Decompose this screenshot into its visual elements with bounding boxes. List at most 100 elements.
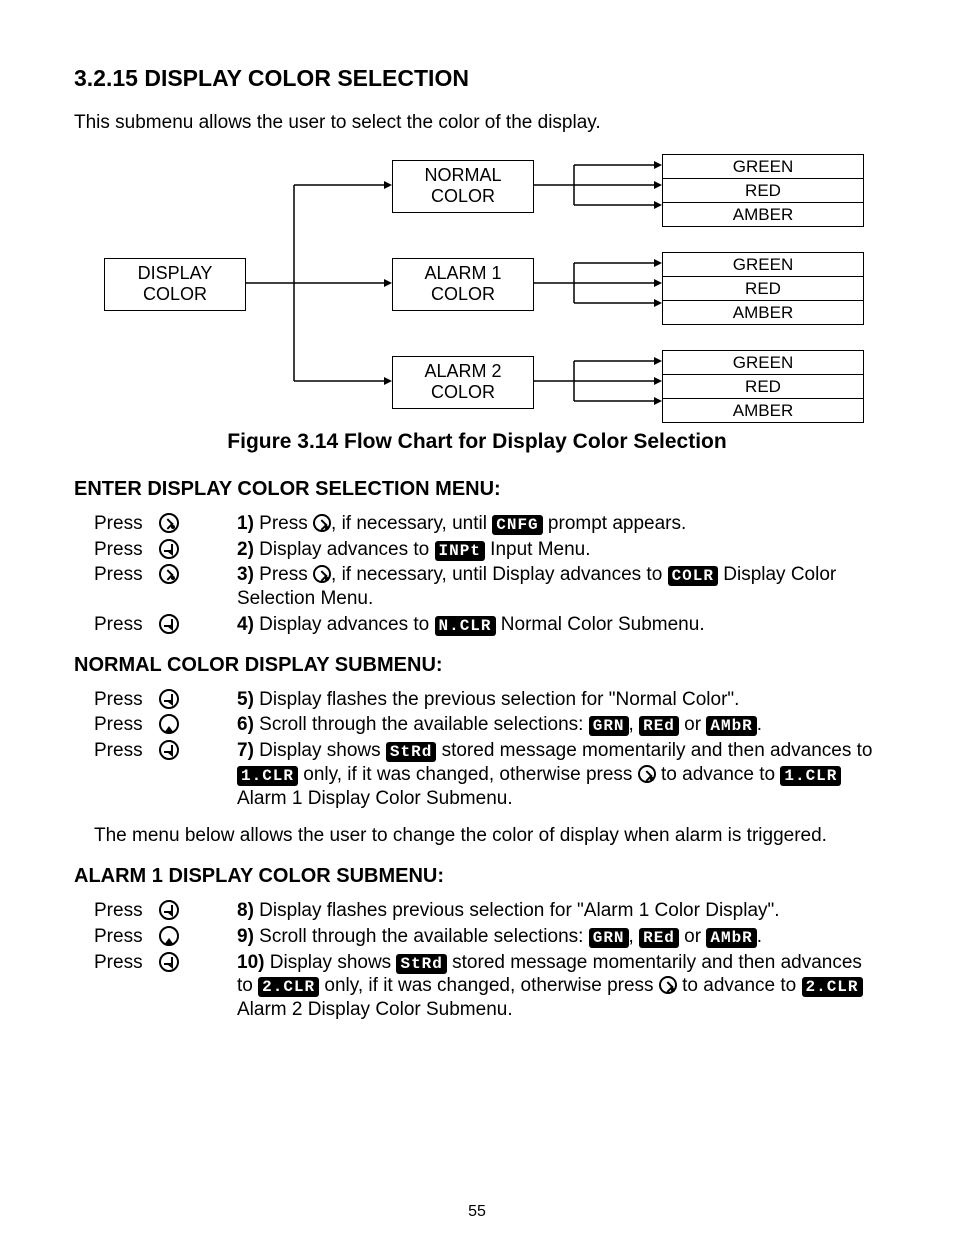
t: , if necessary, until [331,513,492,534]
t: . [757,714,762,735]
t: . [757,926,762,947]
press-label: Press [94,925,159,949]
step-6: Press 6) Scroll through the available se… [94,713,880,737]
press-label: Press [94,688,159,712]
step-10: Press 10) Display shows StRd stored mess… [94,951,880,1022]
opt-amber: AMBER [663,203,863,226]
step-9: Press 9) Scroll through the available se… [94,925,880,949]
press-label: Press [94,713,159,737]
press-label: Press [94,563,159,587]
step-2: Press 2) Display advances to INPt Input … [94,538,880,562]
step-num: 3) [237,564,254,585]
step-num: 1) [237,513,254,534]
step-5-text: 5) Display flashes the previous selectio… [237,688,880,712]
step-num: 7) [237,740,254,761]
t: to advance to [677,975,802,996]
opt-red: RED [663,179,863,203]
step-1-text: 1) Press , if necessary, until CNFG prom… [237,512,880,536]
section-alarm1-header: ALARM 1 DISPLAY COLOR SUBMENU: [74,864,880,889]
badge-ambr: AMbR [706,716,756,736]
step-8-text: 8) Display flashes previous selection fo… [237,899,880,923]
diagram-root-line2: COLOR [143,284,207,304]
t: Press [254,564,313,585]
opt-red: RED [663,277,863,301]
opt-green: GREEN [663,155,863,179]
section-enter-header: ENTER DISPLAY COLOR SELECTION MENU: [74,477,880,502]
t: only, if it was changed, otherwise press [298,764,638,785]
t: Alarm 1 Display Color Submenu. [237,788,513,809]
t: Normal Color Submenu. [496,614,705,635]
page-number: 55 [0,1202,954,1222]
steps-normal: Press 5) Display flashes the previous se… [94,688,880,811]
opt-green: GREEN [663,351,863,375]
badge-2clr: 2.CLR [802,977,863,997]
t: or [679,714,706,735]
enter-icon [159,900,179,920]
press-label: Press [94,613,159,637]
badge-1clr: 1.CLR [780,766,841,786]
t: Display shows [264,952,396,973]
step-2-text: 2) Display advances to INPt Input Menu. [237,538,880,562]
menu-icon [159,564,179,584]
step-num: 8) [237,900,254,921]
press-label: Press [94,899,159,923]
diagram-node1-l2: COLOR [431,284,495,304]
badge-1clr: 1.CLR [237,766,298,786]
badge-red: REd [639,716,679,736]
t: Display flashes the previous selection f… [254,689,740,710]
document-page: 3.2.15 DISPLAY COLOR SELECTION This subm… [0,0,954,1248]
press-label: Press [94,951,159,975]
badge-grn: GRN [589,928,629,948]
badge-red: REd [639,928,679,948]
badge-inpt: INPt [435,541,485,561]
badge-colr: COLR [668,566,718,586]
diagram-node2-l2: COLOR [431,382,495,402]
step-4: Press 4) Display advances to N.CLR Norma… [94,613,880,637]
diagram-flowchart: DISPLAY COLOR NORMAL COLOR ALARM 1 COLOR… [74,155,880,415]
badge-nclr: N.CLR [435,616,496,636]
badge-grn: GRN [589,716,629,736]
diagram-node2-l1: ALARM 2 [424,361,501,381]
enter-icon [159,740,179,760]
diagram-options-3: GREEN RED AMBER [662,350,864,424]
badge-2clr: 2.CLR [258,977,319,997]
step-1: Press 1) Press , if necessary, until CNF… [94,512,880,536]
enter-icon [159,539,179,559]
opt-amber: AMBER [663,301,863,324]
diagram-root-box: DISPLAY COLOR [104,258,246,311]
up-icon [159,714,179,734]
enter-icon [159,614,179,634]
t: prompt appears. [543,513,687,534]
diagram-node-normal: NORMAL COLOR [392,160,534,213]
press-label: Press [94,538,159,562]
t: Display advances to [254,614,435,635]
opt-amber: AMBER [663,399,863,422]
t: Alarm 2 Display Color Submenu. [237,999,513,1020]
diagram-node1-l1: ALARM 1 [424,263,501,283]
diagram-options-1: GREEN RED AMBER [662,154,864,228]
t: Press [254,513,313,534]
diagram-node0-l2: COLOR [431,186,495,206]
t: , [629,714,640,735]
menu-icon [638,765,656,783]
step-num: 4) [237,614,254,635]
diagram-node0-l1: NORMAL [424,165,501,185]
up-icon [159,926,179,946]
menu-icon [313,514,331,532]
step-num: 2) [237,539,254,560]
menu-icon [659,976,677,994]
t: Display advances to [254,539,435,560]
section-normal-header: NORMAL COLOR DISPLAY SUBMENU: [74,653,880,678]
enter-icon [159,689,179,709]
t: or [679,926,706,947]
t: , [629,926,640,947]
badge-strd: StRd [396,954,446,974]
menu-icon [159,513,179,533]
press-label: Press [94,739,159,763]
badge-cnfg: CNFG [492,515,542,535]
t: stored message momentarily and then adva… [436,740,872,761]
opt-green: GREEN [663,253,863,277]
step-num: 5) [237,689,254,710]
t: Scroll through the available selections: [254,714,589,735]
step-8: Press 8) Display flashes previous select… [94,899,880,923]
